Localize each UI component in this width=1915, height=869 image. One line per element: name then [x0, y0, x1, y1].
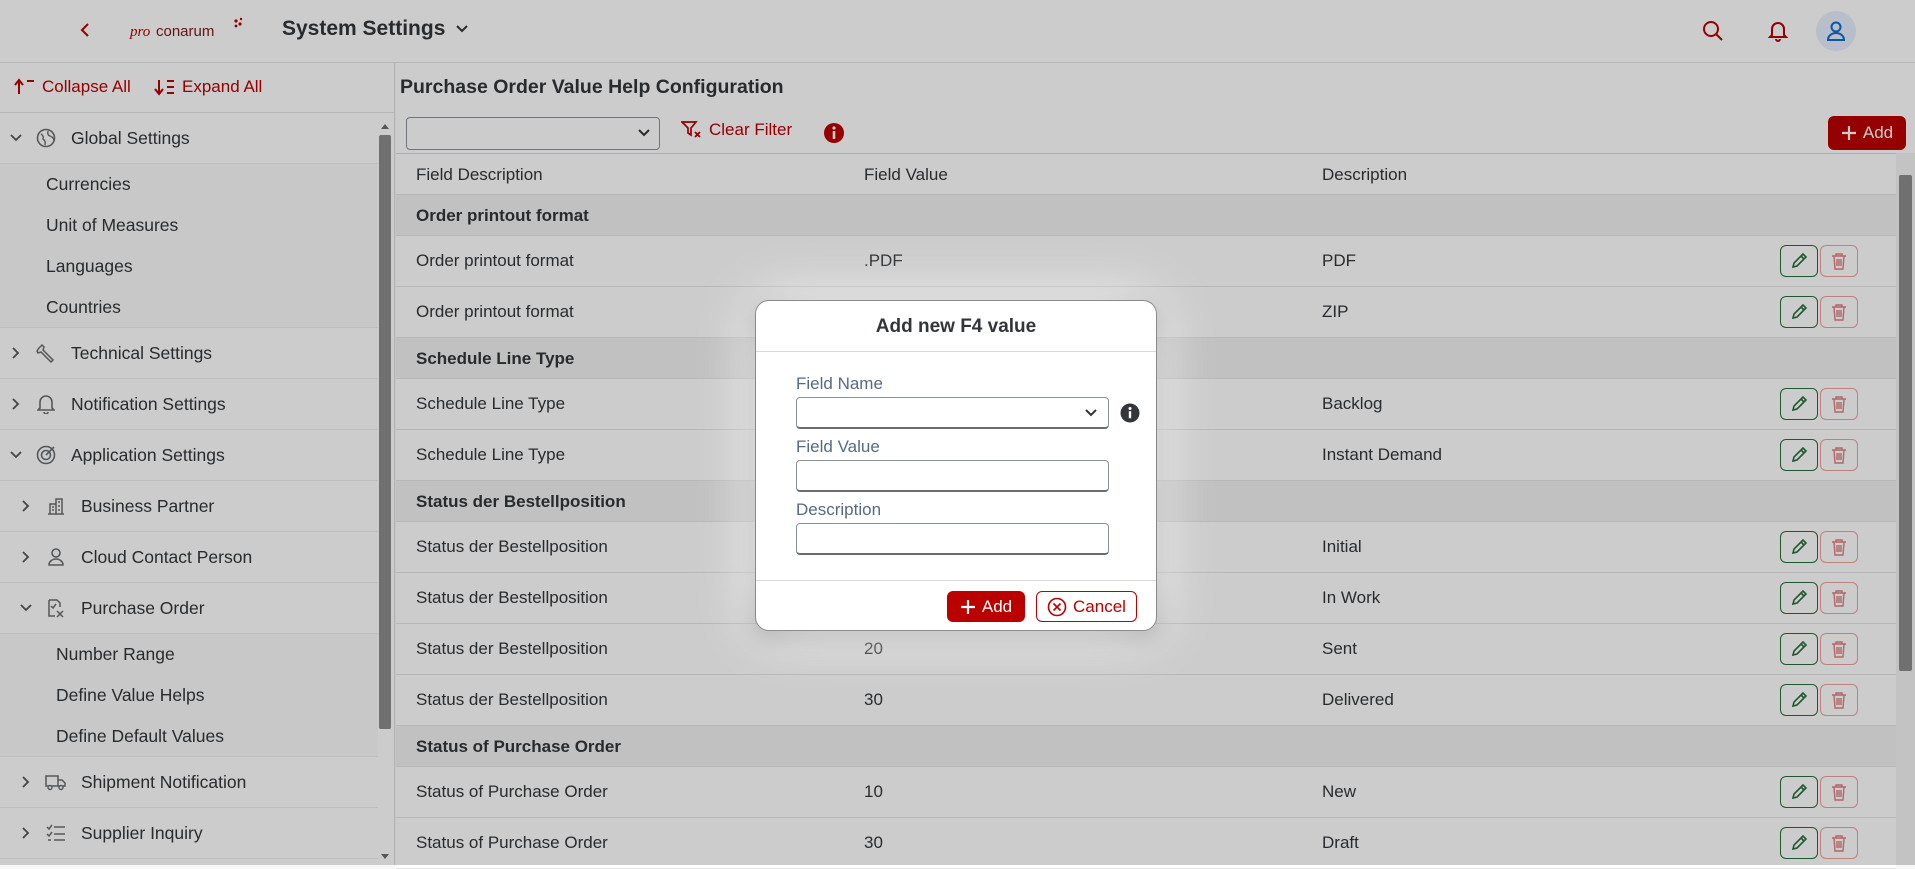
field-value-label: Field Value: [796, 437, 880, 456]
dialog-add-label: Add: [981, 596, 1013, 616]
plus-icon: [960, 599, 975, 614]
dialog-cancel-button[interactable]: Cancel: [1036, 591, 1137, 622]
field-name-select[interactable]: [796, 397, 1109, 429]
dialog-footer-divider: [756, 580, 1156, 581]
chevron-down-icon: [1085, 409, 1097, 417]
description-label: Description: [796, 500, 882, 519]
dialog-add-button[interactable]: Add: [947, 591, 1025, 622]
dialog-title: Add new F4 value: [756, 301, 1156, 352]
dialog-cancel-label: Cancel: [1073, 596, 1126, 616]
info-icon: [1120, 403, 1140, 423]
cancel-icon: [1047, 597, 1067, 616]
add-value-dialog: Add new F4 value Field Name Field Value …: [755, 300, 1157, 631]
field-name-label: Field Name: [796, 374, 883, 393]
field-value-input[interactable]: [796, 460, 1109, 492]
description-input[interactable]: [796, 523, 1109, 555]
field-name-info-button[interactable]: [1118, 401, 1142, 425]
